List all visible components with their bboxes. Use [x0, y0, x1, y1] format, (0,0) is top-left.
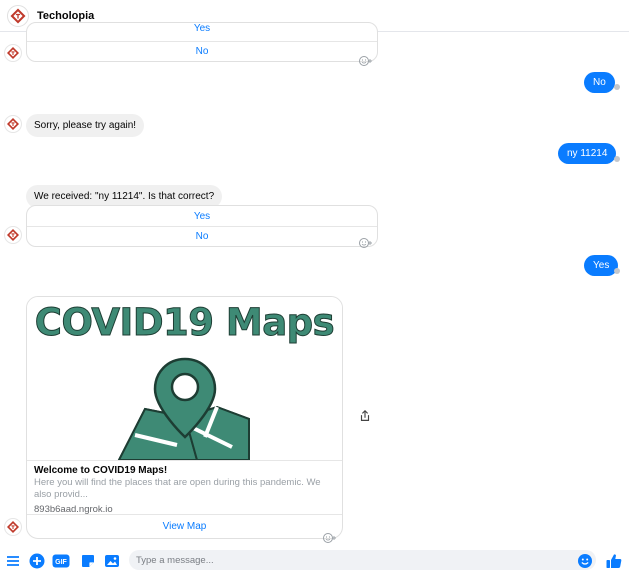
- quick-reply-no[interactable]: No: [27, 226, 377, 246]
- share-icon[interactable]: [357, 408, 373, 424]
- chat-title: Techolopia: [37, 9, 95, 22]
- bot-avatar-small: [4, 518, 22, 536]
- incoming-message: Sorry, please try again!: [26, 114, 145, 137]
- card-info: Welcome to COVID19 Maps! Here you will f…: [27, 460, 342, 515]
- reaction-icon[interactable]: [358, 55, 374, 67]
- generic-template-card: COVID19 Maps Welcome to COVID19 Maps! He…: [26, 296, 343, 539]
- bot-avatar-small: [4, 226, 22, 244]
- menu-icon[interactable]: [5, 553, 21, 569]
- quick-reply-yes[interactable]: Yes: [27, 23, 377, 41]
- map-pin-illustration: [117, 357, 250, 460]
- like-icon[interactable]: [605, 552, 623, 570]
- plus-icon[interactable]: [29, 553, 45, 569]
- seen-indicator: [614, 84, 620, 90]
- quick-reply-yes[interactable]: Yes: [27, 206, 377, 226]
- svg-text:GIF: GIF: [55, 559, 67, 566]
- gif-icon[interactable]: GIF: [52, 553, 70, 569]
- outgoing-message: ny 11214: [558, 143, 617, 164]
- sticker-icon[interactable]: [80, 553, 96, 569]
- card-hero-image[interactable]: COVID19 Maps: [27, 297, 342, 460]
- outgoing-message: Yes: [584, 255, 619, 276]
- reaction-icon[interactable]: [358, 237, 374, 249]
- view-map-button[interactable]: View Map: [27, 514, 342, 538]
- message-composer: GIF: [0, 548, 629, 573]
- outgoing-message: No: [584, 72, 615, 93]
- bot-avatar-small: [4, 115, 22, 133]
- seen-indicator: [614, 156, 620, 162]
- bot-avatar-small: [4, 44, 22, 62]
- image-icon[interactable]: [104, 553, 120, 569]
- card-title: Welcome to COVID19 Maps!: [34, 465, 168, 476]
- quick-reply-no[interactable]: No: [27, 41, 377, 61]
- quick-reply-card: Yes No: [26, 22, 378, 62]
- seen-indicator: [614, 268, 620, 274]
- emoji-icon[interactable]: [577, 553, 593, 569]
- card-description: Here you will find the places that are o…: [34, 477, 321, 500]
- message-input[interactable]: [129, 550, 596, 570]
- reaction-icon[interactable]: [322, 532, 338, 544]
- bot-avatar[interactable]: [7, 4, 29, 27]
- quick-reply-card: Yes No: [26, 205, 378, 247]
